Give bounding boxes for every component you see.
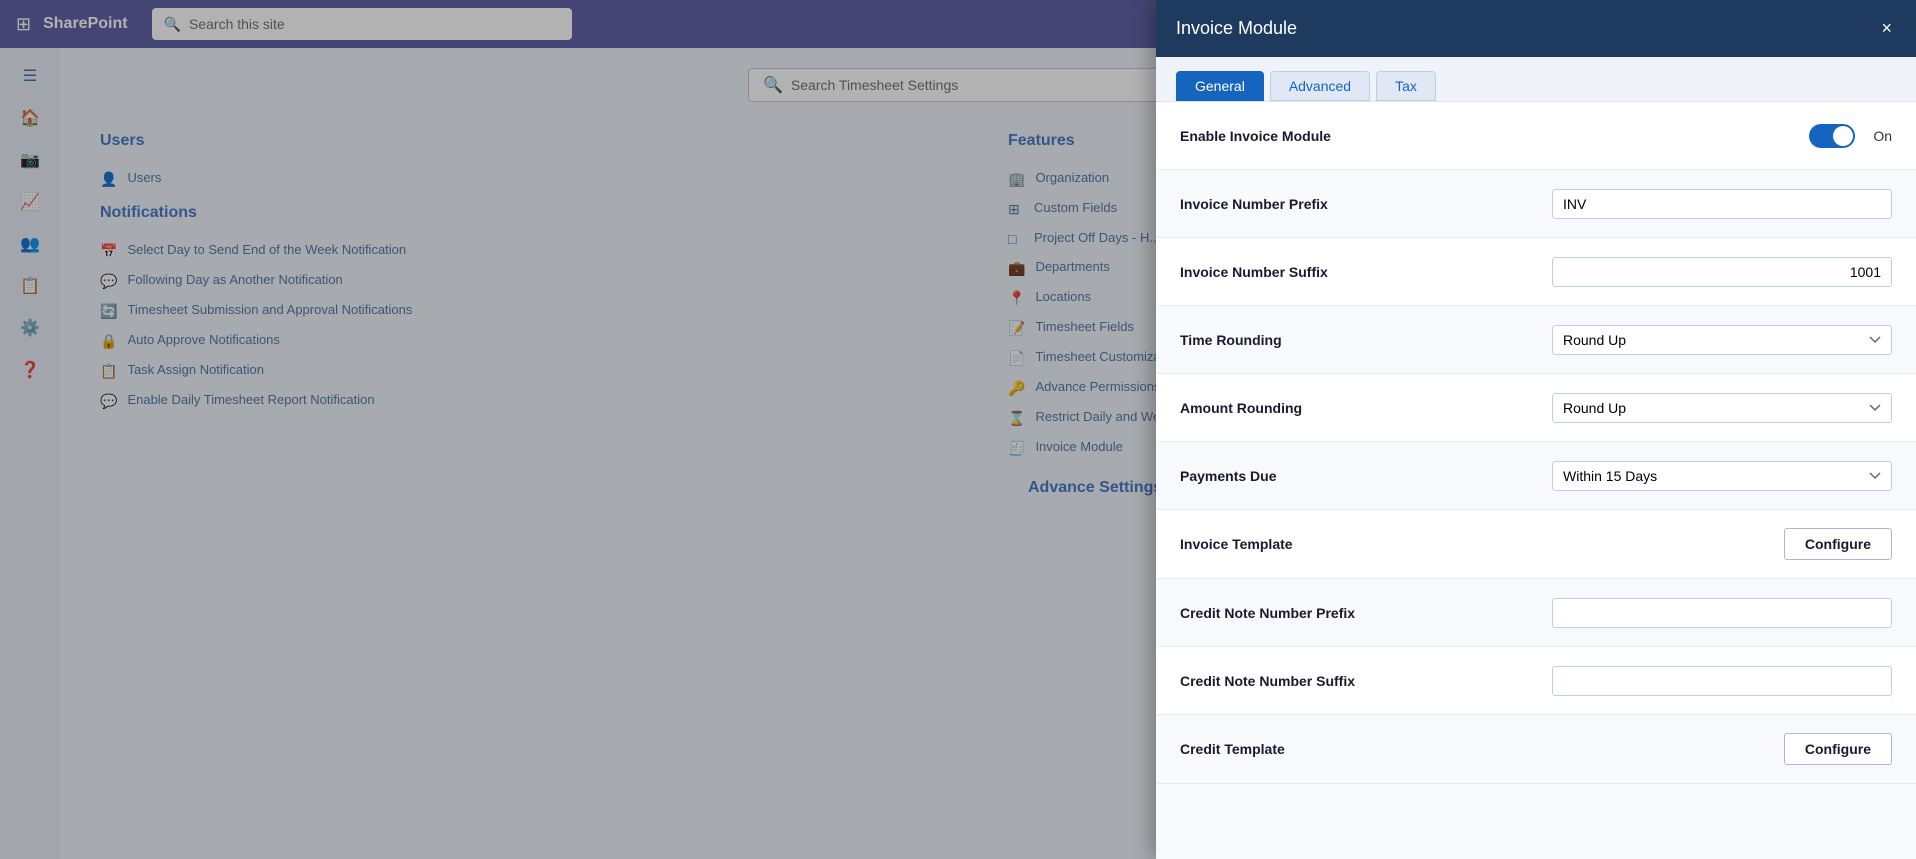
modal-header: Invoice Module ×	[1156, 0, 1916, 57]
amount-rounding-label: Amount Rounding	[1180, 400, 1440, 416]
amount-rounding-select[interactable]: Round Up Round Down None	[1552, 393, 1892, 423]
enable-invoice-control: On	[1440, 124, 1892, 148]
form-row-enable-invoice: Enable Invoice Module On	[1156, 102, 1916, 170]
credit-template-configure-button[interactable]: Configure	[1784, 733, 1892, 765]
form-row-credit-suffix: Credit Note Number Suffix	[1156, 647, 1916, 715]
invoice-suffix-control	[1440, 257, 1892, 287]
enable-invoice-toggle[interactable]	[1809, 124, 1855, 148]
credit-prefix-input[interactable]	[1552, 598, 1892, 628]
time-rounding-select[interactable]: Round Up Round Down None	[1552, 325, 1892, 355]
tab-tax[interactable]: Tax	[1376, 71, 1436, 101]
invoice-prefix-control	[1440, 189, 1892, 219]
form-row-credit-prefix: Credit Note Number Prefix	[1156, 579, 1916, 647]
credit-suffix-input[interactable]	[1552, 666, 1892, 696]
tab-general[interactable]: General	[1176, 71, 1264, 101]
amount-rounding-control: Round Up Round Down None	[1440, 393, 1892, 423]
enable-invoice-label: Enable Invoice Module	[1180, 128, 1440, 144]
modal-body: Enable Invoice Module On Invoice Number …	[1156, 102, 1916, 859]
form-row-invoice-suffix: Invoice Number Suffix	[1156, 238, 1916, 306]
payments-due-label: Payments Due	[1180, 468, 1440, 484]
time-rounding-label: Time Rounding	[1180, 332, 1440, 348]
credit-suffix-label: Credit Note Number Suffix	[1180, 673, 1440, 689]
form-row-payments-due: Payments Due Within 15 Days Within 30 Da…	[1156, 442, 1916, 510]
time-rounding-control: Round Up Round Down None	[1440, 325, 1892, 355]
modal-tabs: General Advanced Tax	[1156, 57, 1916, 102]
invoice-prefix-input[interactable]	[1552, 189, 1892, 219]
payments-due-control: Within 15 Days Within 30 Days Within 60 …	[1440, 461, 1892, 491]
credit-template-label: Credit Template	[1180, 741, 1440, 757]
modal-close-button[interactable]: ×	[1877, 14, 1896, 43]
form-row-credit-template: Credit Template Configure	[1156, 715, 1916, 784]
modal-panel: Invoice Module × General Advanced Tax En…	[1156, 0, 1916, 859]
payments-due-select[interactable]: Within 15 Days Within 30 Days Within 60 …	[1552, 461, 1892, 491]
invoice-template-control: Configure	[1440, 528, 1892, 560]
invoice-prefix-label: Invoice Number Prefix	[1180, 196, 1440, 212]
invoice-suffix-input[interactable]	[1552, 257, 1892, 287]
invoice-template-label: Invoice Template	[1180, 536, 1440, 552]
credit-suffix-control	[1440, 666, 1892, 696]
form-row-time-rounding: Time Rounding Round Up Round Down None	[1156, 306, 1916, 374]
credit-template-control: Configure	[1440, 733, 1892, 765]
tab-advanced[interactable]: Advanced	[1270, 71, 1370, 101]
modal-title: Invoice Module	[1176, 18, 1297, 39]
form-row-amount-rounding: Amount Rounding Round Up Round Down None	[1156, 374, 1916, 442]
invoice-template-configure-button[interactable]: Configure	[1784, 528, 1892, 560]
credit-prefix-label: Credit Note Number Prefix	[1180, 605, 1440, 621]
credit-prefix-control	[1440, 598, 1892, 628]
modal-overlay: Invoice Module × General Advanced Tax En…	[0, 0, 1916, 859]
form-row-invoice-template: Invoice Template Configure	[1156, 510, 1916, 579]
toggle-slider	[1809, 124, 1855, 148]
form-row-invoice-prefix: Invoice Number Prefix	[1156, 170, 1916, 238]
enable-invoice-toggle-label: On	[1873, 128, 1892, 144]
invoice-suffix-label: Invoice Number Suffix	[1180, 264, 1440, 280]
